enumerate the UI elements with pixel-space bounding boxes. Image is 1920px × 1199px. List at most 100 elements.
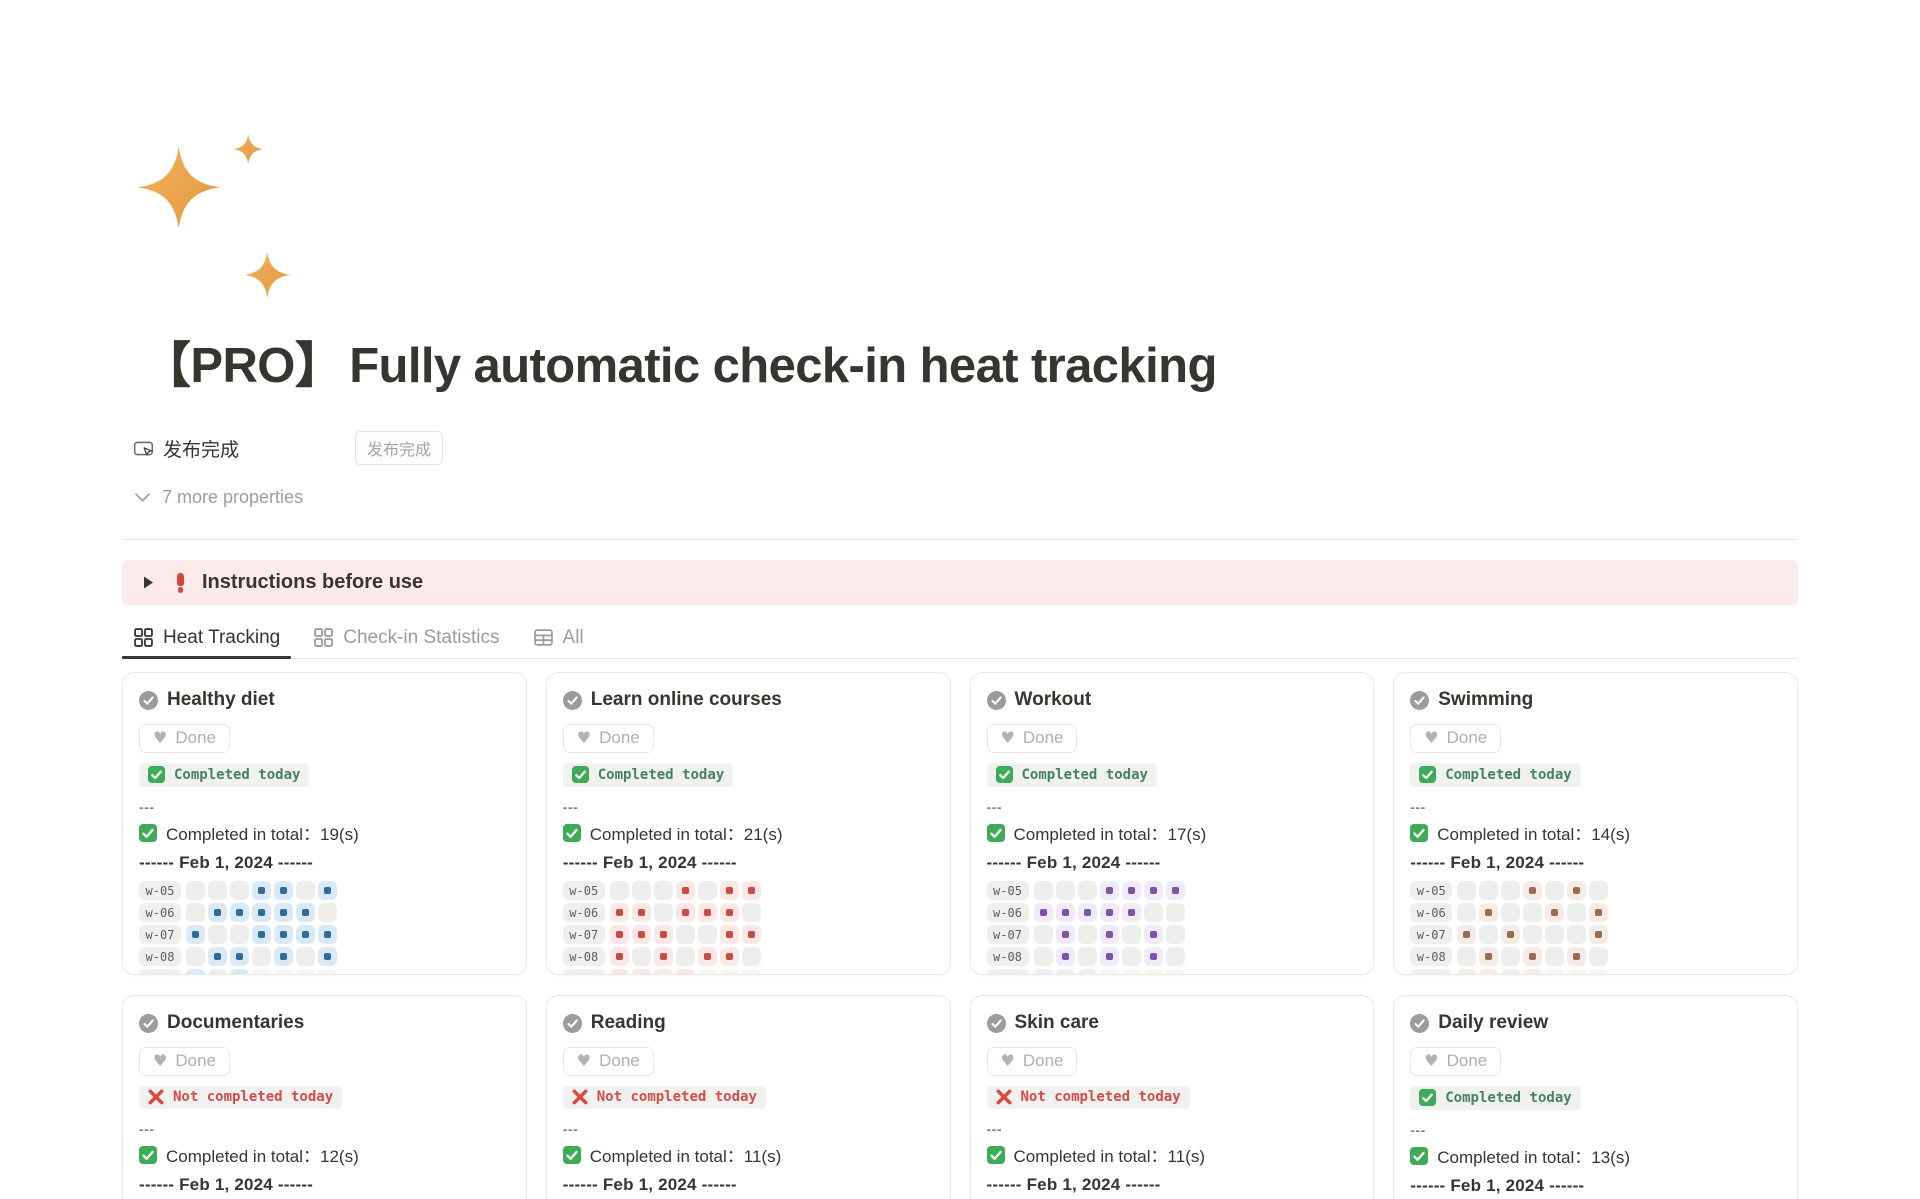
total-row: Completed in total：19(s) [139,820,510,845]
red-cross-icon [572,1089,588,1105]
heat-cell-future [1567,969,1586,975]
exclamation-icon [176,573,185,593]
habit-card[interactable]: Daily review♥DoneCompleted today---Compl… [1393,995,1798,1199]
today-status-label: Not completed today [597,1089,757,1105]
heatmap-row: w-09 [987,969,1358,975]
heat-cell-empty [1078,947,1097,966]
week-label: w-06 [987,903,1029,922]
heat-cell-empty [1078,925,1097,944]
heat-cell-empty [1166,947,1185,966]
heat-cell-checked [1100,881,1119,900]
heat-cell-checked [274,947,293,966]
heat-cell-checked [632,925,651,944]
total-row: Completed in total：11(s) [987,1142,1358,1167]
heat-cell-empty [1545,881,1564,900]
heatmap: w-05w-06w-07w-08w-09 [1410,881,1781,975]
done-label: Done [1023,728,1064,748]
card-header: Swimming [1410,689,1781,711]
circle-check-icon [563,1014,582,1033]
heat-cell-empty [1144,903,1163,922]
heatmap-row: w-07 [1410,925,1781,944]
date-header: ------ Feb 1, 2024 ------ [563,1175,934,1195]
week-label: w-09 [563,969,605,975]
week-label: w-07 [563,925,605,944]
heat-cell-checked [610,903,629,922]
heat-cell-checked [676,969,695,975]
heat-cell-empty [698,925,717,944]
total-row: Completed in total：14(s) [1410,820,1781,845]
heat-cell-checked [610,947,629,966]
habit-card[interactable]: Swimming♥DoneCompleted today---Completed… [1393,672,1798,975]
tab-check-in-statistics[interactable]: Check-in Statistics [302,617,510,658]
heat-cell-checked [1034,969,1053,975]
done-tag: ♥Done [563,724,654,753]
habit-card[interactable]: Skin care♥DoneNot completed today---Comp… [970,995,1375,1199]
heat-cell-checked [274,903,293,922]
heat-cell-future [698,969,717,975]
habit-card[interactable]: Learn online courses♥DoneCompleted today… [546,672,951,975]
heat-cell-checked [1144,881,1163,900]
heat-cell-empty [1122,947,1141,966]
heat-cell-checked [698,947,717,966]
instructions-callout[interactable]: Instructions before use [122,560,1798,605]
week-label: w-05 [1410,881,1452,900]
heat-cell-checked [1589,925,1608,944]
heat-cell-checked [186,925,205,944]
heat-cell-checked [1457,969,1476,975]
week-label: w-06 [1410,903,1452,922]
heat-cell-empty [1501,903,1520,922]
card-header: Learn online courses [563,689,934,711]
done-tag: ♥Done [139,1047,230,1076]
more-properties-toggle[interactable]: 7 more properties [135,487,303,508]
circle-check-icon [1410,691,1429,710]
heat-cell-checked [1034,903,1053,922]
week-label: w-09 [139,969,181,975]
card-header: Healthy diet [139,689,510,711]
week-label: w-05 [987,881,1029,900]
heat-cell-checked [1122,903,1141,922]
green-check-icon [1419,1089,1436,1106]
week-label: w-07 [139,925,181,944]
heat-cell-empty [1457,947,1476,966]
tab-heat-tracking[interactable]: Heat Tracking [122,617,291,658]
heat-cell-checked [318,881,337,900]
heat-cell-checked [230,969,249,975]
habit-card[interactable]: Documentaries♥DoneNot completed today---… [122,995,527,1199]
property-name[interactable]: 发布完成 [133,435,355,462]
today-status-tag: Completed today [987,763,1157,787]
today-status-tag: Not completed today [563,1086,766,1109]
week-label: w-07 [1410,925,1452,944]
tab-label: All [563,627,584,649]
heat-cell-empty [230,881,249,900]
done-label: Done [1447,728,1488,748]
habit-card[interactable]: Reading♥DoneNot completed today---Comple… [546,995,951,1199]
heat-cell-empty [1457,881,1476,900]
heat-cell-empty [742,947,761,966]
done-label: Done [599,1051,640,1071]
done-tag: ♥Done [1410,724,1501,753]
separator-dashes: --- [563,799,934,815]
card-title: Healthy diet [167,689,275,711]
habit-card[interactable]: Workout♥DoneCompleted today---Completed … [970,672,1375,975]
toggle-triangle-icon[interactable] [137,576,159,589]
heat-cell-checked [1545,903,1564,922]
more-properties-label: 7 more properties [162,487,303,508]
card-header: Workout [987,689,1358,711]
week-label: w-05 [563,881,605,900]
tab-all[interactable]: All [522,617,595,658]
heat-cell-checked [632,903,651,922]
table-view-icon [534,628,553,647]
heat-cell-empty [296,947,315,966]
green-check-icon [139,824,157,842]
card-title: Documentaries [167,1012,304,1034]
property-value-label: 发布完成 [367,436,431,460]
circle-check-icon [987,1014,1006,1033]
date-header: ------ Feb 1, 2024 ------ [1410,853,1781,873]
heat-cell-checked [252,881,271,900]
heat-cell-checked [186,969,205,975]
date-header: ------ Feb 1, 2024 ------ [139,853,510,873]
habit-card[interactable]: Healthy diet♥DoneCompleted today---Compl… [122,672,527,975]
page-icon-sparkles[interactable] [136,132,296,298]
property-value-chip[interactable]: 发布完成 [355,431,443,465]
heat-cell-future [296,969,315,975]
